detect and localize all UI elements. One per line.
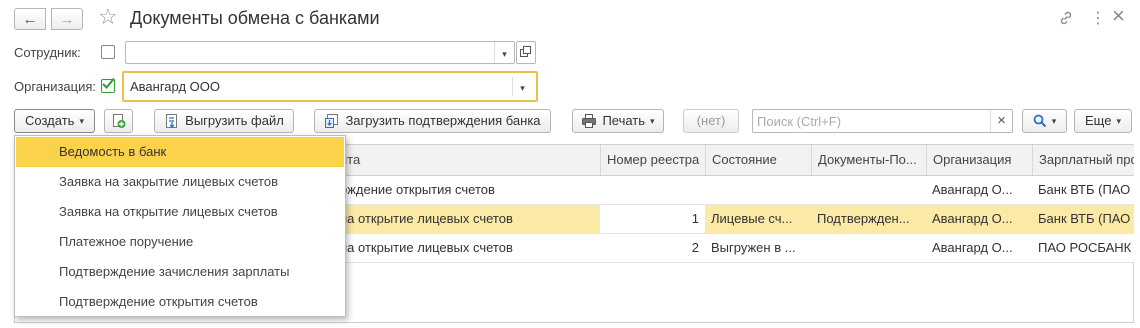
create-menu: Ведомость в банк Заявка на закрытие лице… <box>14 135 346 317</box>
column-header-state[interactable]: Состояние <box>705 145 811 175</box>
employee-dropdown-button[interactable]: ▾ <box>494 42 514 63</box>
page-title: Документы обмена с банками <box>130 8 380 28</box>
cell-state: Лицевые сч... <box>711 211 793 226</box>
export-file-icon <box>166 114 178 128</box>
chevron-down-icon: ▾ <box>1051 116 1057 126</box>
more-icon[interactable]: ⋮ <box>1090 8 1106 28</box>
search-icon <box>1033 114 1046 128</box>
employee-checkbox[interactable] <box>101 45 115 59</box>
cell-document: рждение открытия счетов <box>340 182 495 197</box>
cell-documents: Подтвержден... <box>817 211 910 226</box>
import-confirmations-button[interactable]: Загрузить подтверждения банка <box>314 109 551 133</box>
cell-organization: Авангард О... <box>932 182 1013 197</box>
column-header-organization[interactable]: Организация <box>926 145 1032 175</box>
organization-checkbox[interactable] <box>101 77 115 93</box>
open-window-icon <box>520 46 531 57</box>
cell-state: Выгружен в ... <box>711 240 796 255</box>
cell-salary-project: Банк ВТБ (ПАО <box>1038 211 1131 226</box>
more-button[interactable]: Еще ▾ <box>1074 109 1132 133</box>
copy-button[interactable] <box>104 109 133 133</box>
organization-label: Организация: <box>14 79 97 94</box>
column-header-documents[interactable]: Документы-По... <box>811 145 926 175</box>
clear-search-button[interactable]: × <box>990 110 1012 132</box>
chevron-down-icon: ▾ <box>520 83 525 93</box>
cell-document: на открытие лицевых счетов <box>340 240 513 255</box>
menu-item-accounts-opening-confirmation[interactable]: Подтверждение открытия счетов <box>16 287 344 317</box>
chevron-down-icon: ▾ <box>79 116 84 126</box>
menu-item-close-accounts-request[interactable]: Заявка на закрытие лицевых счетов <box>16 167 344 197</box>
column-header-registry-number[interactable]: Номер реестра <box>600 145 705 175</box>
back-button[interactable]: ← <box>14 8 46 30</box>
search-input[interactable]: Поиск (Ctrl+F) × <box>752 109 1013 133</box>
cell-document: на открытие лицевых счетов <box>340 211 513 226</box>
forward-button[interactable]: → <box>51 8 83 30</box>
arrow-right-icon: → <box>59 10 75 28</box>
column-header-salary-project[interactable]: Зарплатный про <box>1032 145 1134 175</box>
link-button[interactable] <box>1054 8 1078 28</box>
star-icon[interactable]: ☆ <box>98 4 118 30</box>
import-confirmations-label: Загрузить подтверждения банка <box>345 113 541 128</box>
create-button-label: Создать <box>25 113 75 128</box>
arrow-left-icon: ← <box>22 10 38 28</box>
export-file-label: Выгрузить файл <box>185 113 284 128</box>
cell-state <box>705 176 811 204</box>
organization-field[interactable]: Авангард ООО ▾ <box>122 71 538 102</box>
checkmark-icon <box>102 77 115 89</box>
more-label: Еще <box>1085 113 1112 128</box>
search-placeholder: Поиск (Ctrl+F) <box>757 114 842 129</box>
menu-item-salary-confirmation[interactable]: Подтверждение зачисления зарплаты <box>16 257 344 287</box>
menu-item-bank-statement[interactable]: Ведомость в банк <box>16 137 344 167</box>
import-icon <box>325 114 339 128</box>
organization-dropdown-button[interactable]: ▾ <box>512 77 532 96</box>
cell-salary-project: ПАО РОСБАНК <box>1038 240 1132 255</box>
cell-registry-number <box>600 176 705 204</box>
close-icon[interactable]: × <box>1112 3 1125 29</box>
chevron-down-icon: ▾ <box>650 116 655 126</box>
organization-value: Авангард ООО <box>130 79 220 94</box>
export-file-button[interactable]: Выгрузить файл <box>154 109 294 133</box>
cell-organization: Авангард О... <box>932 240 1013 255</box>
cell-registry-number: 2 <box>691 240 699 255</box>
column-header-document[interactable]: нта <box>334 145 612 175</box>
search-button[interactable]: ▾ <box>1022 109 1067 133</box>
menu-item-open-accounts-request[interactable]: Заявка на открытие лицевых счетов <box>16 197 344 227</box>
clear-icon: × <box>997 112 1006 129</box>
employee-label: Сотрудник: <box>14 45 81 60</box>
employee-field[interactable]: ▾ <box>125 41 515 64</box>
cell-registry-number: 1 <box>600 205 705 233</box>
menu-item-payment-order[interactable]: Платежное поручение <box>16 227 344 257</box>
cell-salary-project: Банк ВТБ (ПАО <box>1038 182 1131 197</box>
cell-documents <box>811 176 926 204</box>
cell-organization: Авангард О... <box>932 211 1013 226</box>
printer-icon <box>582 114 597 128</box>
copy-add-icon <box>112 114 125 128</box>
link-icon <box>1060 11 1072 25</box>
none-label: (нет) <box>696 113 726 128</box>
print-button[interactable]: Печать ▾ <box>572 109 664 133</box>
create-button[interactable]: Создать ▾ <box>14 109 95 133</box>
none-button[interactable]: (нет) <box>683 109 739 133</box>
cell-documents <box>811 234 926 262</box>
chevron-down-icon: ▾ <box>502 49 507 59</box>
employee-open-button[interactable] <box>516 41 536 64</box>
print-label: Печать <box>602 113 646 128</box>
chevron-down-icon: ▾ <box>1116 116 1121 126</box>
